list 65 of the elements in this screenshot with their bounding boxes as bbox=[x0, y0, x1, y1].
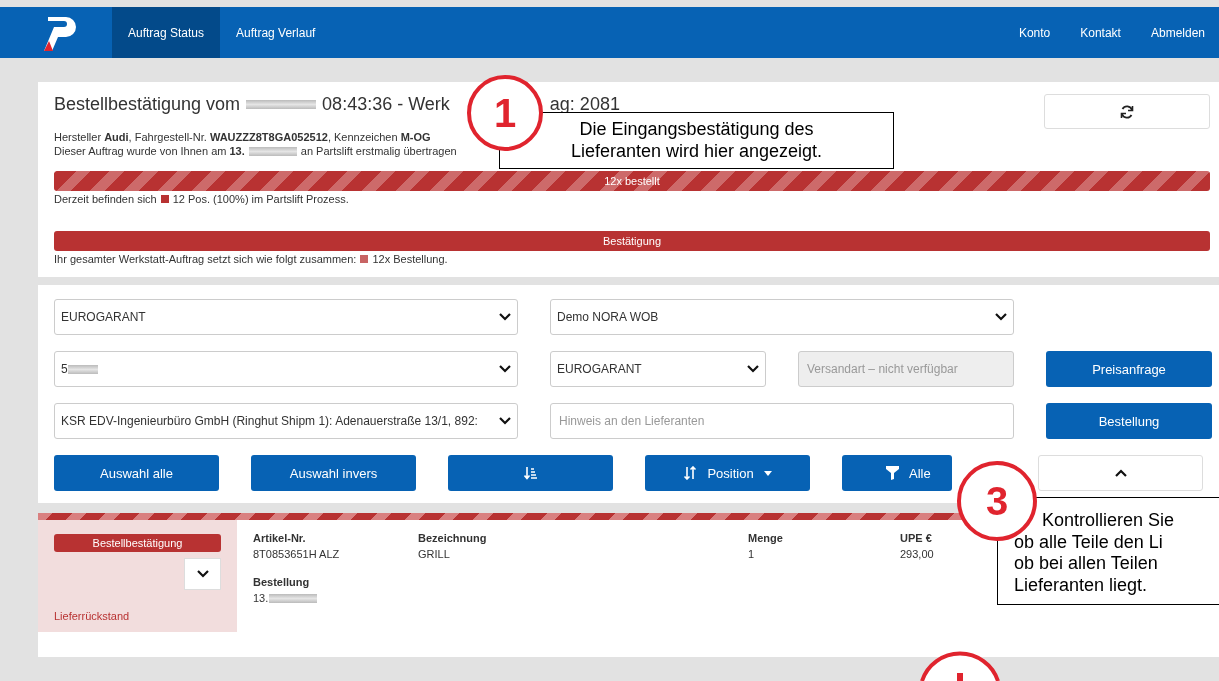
dropdown[interactable]: EUROGARANT bbox=[54, 299, 518, 335]
select-all-button[interactable]: Auswahl alle bbox=[54, 455, 219, 491]
status-note-text: Derzeit befinden sich bbox=[54, 193, 157, 205]
transfer-info-text: Dieser Auftrag wurde von Ihnen am 13. bbox=[54, 145, 245, 157]
nav-link[interactable]: Kontakt bbox=[1066, 7, 1135, 58]
status-bar: 12x bestellt bbox=[54, 171, 1210, 191]
chevron-down-icon bbox=[747, 365, 759, 373]
column-label: Bestellung bbox=[253, 576, 311, 588]
dropdown[interactable]: KSR EDV-Ingenieurbüro GmbH (Ringhut Shipm 1): Adenauerstraße 13/1, 892: bbox=[54, 403, 518, 439]
callout-text: Lieferanten liegt. bbox=[1014, 574, 1149, 597]
status-note-text: 12x Bestellung. bbox=[372, 253, 448, 265]
redaction-bar bbox=[67, 364, 98, 374]
chevron-down-icon bbox=[995, 313, 1007, 321]
sort-icon bbox=[523, 466, 538, 480]
dropdown[interactable]: Demo NORA WOB bbox=[550, 299, 1014, 335]
delivery-state-text: Lieferrückstand bbox=[54, 610, 131, 622]
caret-icon bbox=[763, 470, 772, 476]
redaction-bar bbox=[246, 100, 317, 109]
column-value: 293,00 bbox=[900, 548, 935, 560]
status-note-text: Ihr gesamter Werkstatt-Auftrag setzt sich wie folgt zusammen: bbox=[54, 253, 357, 265]
callout-text: ob bei allen Teilen bbox=[1014, 553, 1159, 575]
status-badge: Bestellbestätigung bbox=[54, 534, 221, 552]
title-text: Bestellbestätigung vom bbox=[54, 94, 241, 115]
dropdown[interactable]: EUROGARANT bbox=[550, 351, 766, 387]
column-value: 13. bbox=[253, 592, 269, 604]
chevron-down-icon bbox=[196, 570, 209, 578]
chevron-down-icon bbox=[499, 313, 511, 321]
nav-tab[interactable]: Auftrag Verlauf bbox=[220, 7, 332, 58]
filter-icon bbox=[886, 466, 899, 480]
collapse-button[interactable] bbox=[1038, 455, 1203, 491]
redaction-bar bbox=[269, 593, 318, 603]
sort-dropdown-button[interactable]: Position bbox=[645, 455, 810, 491]
callout-text: Lieferanten wird hier angezeigt. bbox=[569, 140, 824, 163]
chevron-down-icon bbox=[499, 365, 511, 373]
callout-text: Die Eingangsbestätigung des bbox=[578, 119, 815, 141]
nav-link[interactable]: Konto bbox=[1004, 7, 1065, 58]
dropdown[interactable]: 5 bbox=[54, 351, 518, 387]
status-bar: Bestätigung bbox=[54, 231, 1210, 251]
nav-tab[interactable]: Auftrag Status bbox=[112, 7, 221, 58]
chevron-up-icon bbox=[1114, 469, 1127, 477]
transfer-info-text: an Partslift erstmalig übertragen bbox=[300, 145, 457, 157]
filter-button[interactable]: Alle bbox=[842, 455, 952, 491]
status-note-text: 12 Pos. (100%) im Partslift Prozess. bbox=[172, 193, 349, 205]
column-label: Artikel-Nr. bbox=[253, 532, 307, 544]
invert-selection-button[interactable]: Auswahl invers bbox=[251, 455, 416, 491]
order-button[interactable]: Bestellung bbox=[1046, 403, 1212, 439]
column-label: Menge bbox=[748, 532, 784, 544]
nav-link[interactable]: Abmelden bbox=[1136, 7, 1219, 58]
column-value: GRILL bbox=[418, 548, 451, 560]
price-request-button[interactable]: Preisanfrage bbox=[1046, 351, 1212, 387]
note-field[interactable]: Hinweis an den Lieferanten bbox=[550, 403, 1014, 439]
refresh-icon bbox=[1120, 104, 1134, 119]
expand-button[interactable] bbox=[184, 558, 221, 590]
sort-arrows-icon bbox=[683, 466, 698, 480]
column-value: 1 bbox=[748, 548, 756, 560]
sort-button[interactable] bbox=[448, 455, 613, 491]
vehicle-info-text: Hersteller Audi, Fahrgestell-Nr. WAUZZZ8T8GA052512, Kennzeichen M-OG bbox=[54, 131, 431, 143]
title-text: 08:43:36 - Werk bbox=[322, 94, 450, 115]
column-label: Bezeichnung bbox=[418, 532, 488, 544]
column-value: 8T0853651H ALZ bbox=[253, 548, 341, 560]
refresh-button[interactable] bbox=[1044, 94, 1210, 129]
callout-text: Kontrollieren Sie bbox=[1041, 510, 1176, 532]
redaction-bar bbox=[248, 146, 297, 156]
column-label: UPE € bbox=[900, 532, 933, 544]
chevron-down-icon bbox=[499, 417, 511, 425]
